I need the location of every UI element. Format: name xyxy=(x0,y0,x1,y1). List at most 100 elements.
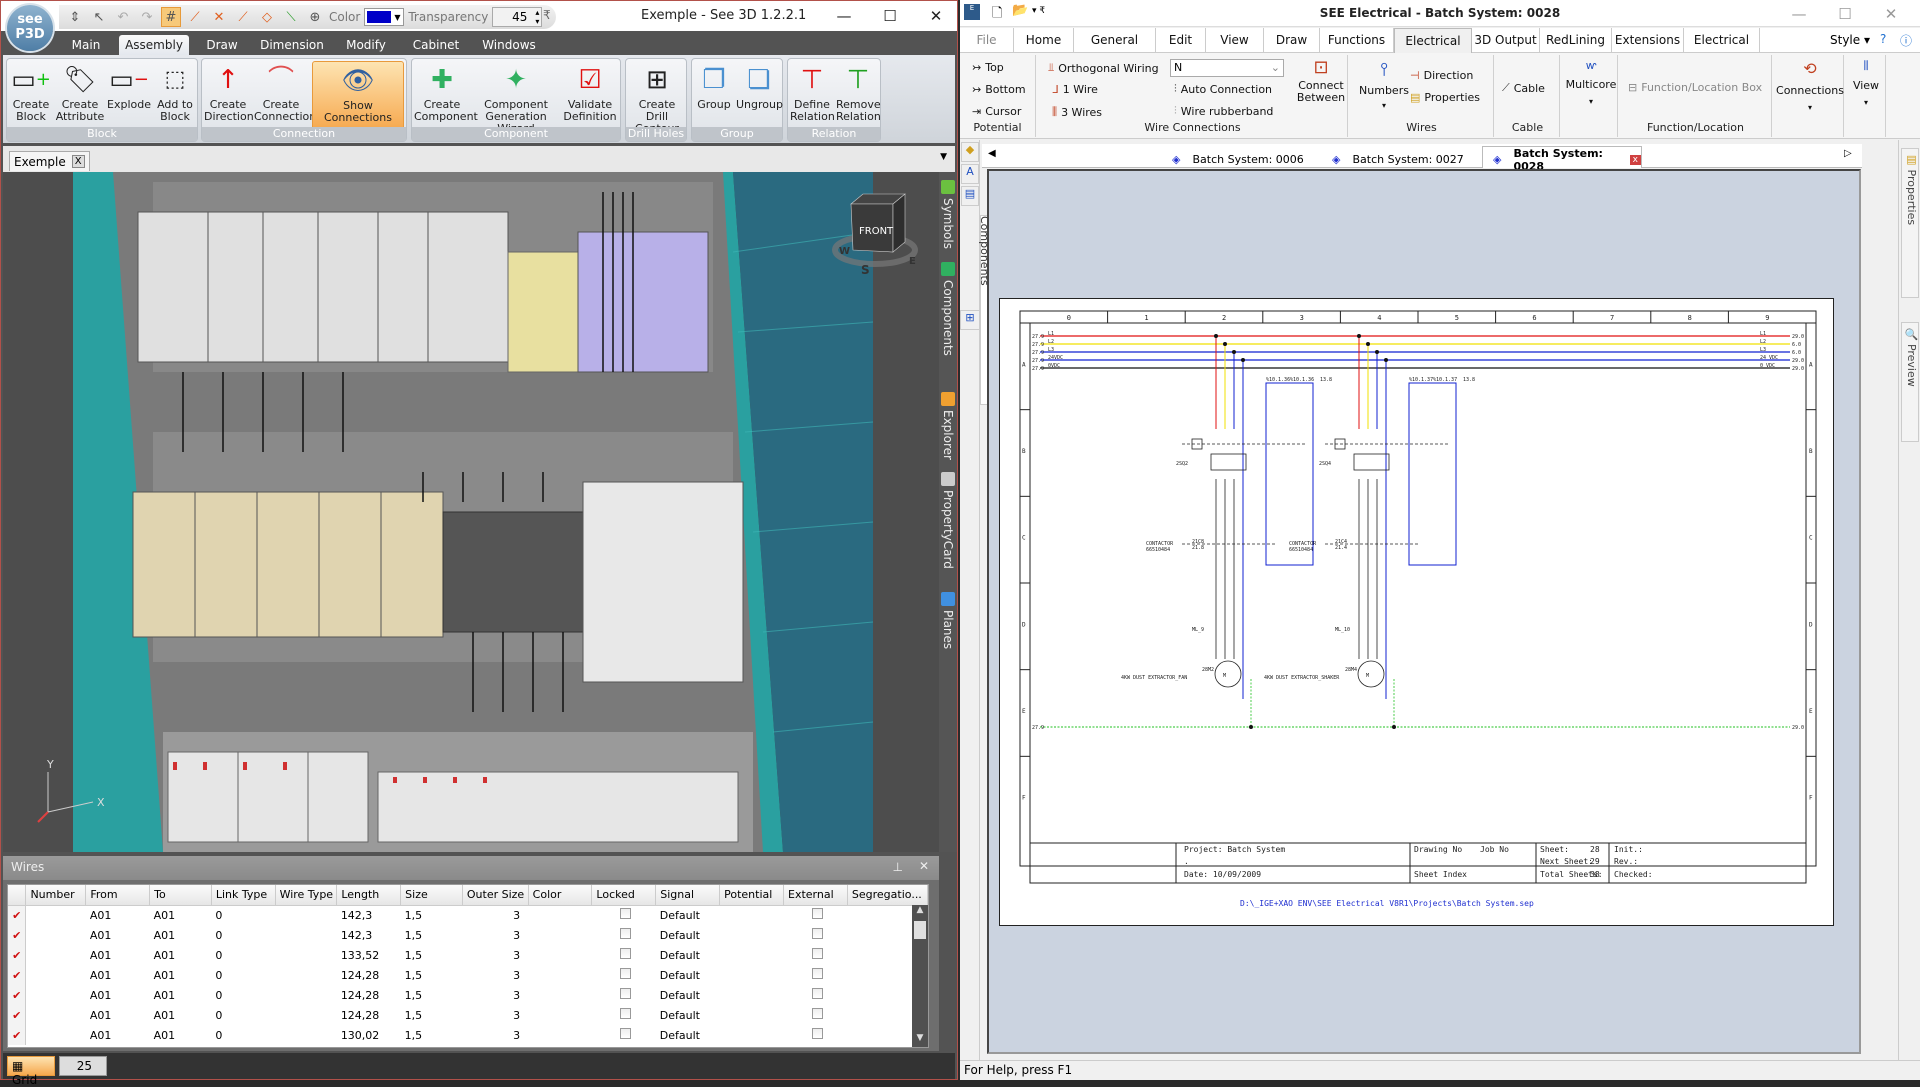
column-header[interactable]: To xyxy=(149,885,212,906)
pan-icon[interactable]: ⇕ xyxy=(65,7,85,27)
three-wires-button[interactable]: ⫼ 3 Wires xyxy=(1052,105,1102,119)
locked-checkbox[interactable] xyxy=(620,948,632,959)
connect-between-button[interactable]: ⊡ Connect Between xyxy=(1296,57,1346,104)
snap-center-icon[interactable]: ◇ xyxy=(257,7,277,27)
side-tab-planes[interactable]: Planes xyxy=(939,592,957,649)
table-row[interactable]: ✔ A01 A01 0 142,3 1,5 3 Default xyxy=(8,925,928,945)
table-row[interactable]: ✔ A01 A01 0 142,3 1,5 3 Default xyxy=(8,905,928,925)
select-icon[interactable]: ↖ xyxy=(89,7,109,27)
compass-e[interactable]: E xyxy=(909,256,916,267)
column-header[interactable]: Segregatio... xyxy=(847,885,928,906)
explode-button[interactable]: ▭ − Explode xyxy=(107,61,151,127)
scroll-up-icon[interactable]: ▲ xyxy=(912,905,928,919)
component-wizard-button[interactable]: ✦Component Generation Wizard xyxy=(472,61,560,135)
check-icon[interactable]: ✔ xyxy=(8,945,27,965)
tab-modify[interactable]: Modify xyxy=(341,35,391,55)
column-header[interactable]: From xyxy=(85,885,151,906)
wires-scrollbar[interactable]: ▲ ▼ xyxy=(912,905,928,1047)
table-row[interactable]: ✔ A01 A01 0 124,28 1,5 3 Default xyxy=(8,1005,928,1025)
style-menu[interactable]: Style ▾ xyxy=(1830,33,1870,47)
tab-redlining[interactable]: RedLining xyxy=(1540,28,1612,53)
snap-endpoint-icon[interactable]: ⟋ xyxy=(185,7,205,27)
3d-viewport[interactable]: FRONT W S E Y X xyxy=(3,172,939,852)
side-tab-propertycard[interactable]: PropertyCard xyxy=(939,472,957,569)
one-wire-button[interactable]: ᒧ1 Wire xyxy=(1052,83,1098,96)
color-picker[interactable]: ▼ xyxy=(364,8,405,26)
locked-checkbox[interactable] xyxy=(620,908,632,920)
help-icon[interactable]: ? xyxy=(1880,32,1886,46)
check-icon[interactable]: ✔ xyxy=(8,905,27,925)
tabs-scroll-right-icon[interactable]: ▷ xyxy=(1844,148,1852,159)
column-header[interactable]: Size xyxy=(400,885,463,906)
tab-electrical-ext[interactable]: Electrical Ext́ xyxy=(1684,28,1760,71)
maximize-button[interactable]: ☐ xyxy=(1822,0,1868,27)
customize-qat-icon[interactable]: ₹ xyxy=(543,8,551,22)
snap-midpoint-icon[interactable]: ⟋ xyxy=(233,7,253,27)
tab-general[interactable]: General xyxy=(1074,28,1156,53)
tab-assembly[interactable]: Assembly xyxy=(119,35,189,55)
tab-functions[interactable]: Functions xyxy=(1320,28,1394,53)
locked-checkbox[interactable] xyxy=(620,1008,632,1019)
external-checkbox[interactable] xyxy=(811,1008,823,1019)
column-header[interactable]: Potential xyxy=(719,885,785,906)
properties-button[interactable]: ▤ Properties xyxy=(1410,91,1480,104)
tab-3d-output[interactable]: 3D Output xyxy=(1472,28,1540,53)
tab-list-chevron-icon[interactable]: ▼ xyxy=(940,152,947,162)
locked-checkbox[interactable] xyxy=(620,928,632,939)
grid-size-spinner[interactable]: 25 xyxy=(59,1056,107,1076)
column-header[interactable]: Color xyxy=(528,885,593,906)
potential-top-button[interactable]: ↣ Top xyxy=(972,61,1004,74)
tab-view[interactable]: View xyxy=(1206,28,1264,53)
column-header[interactable]: Length xyxy=(336,885,402,906)
locked-checkbox[interactable] xyxy=(620,968,632,979)
cable-button[interactable]: ⟋ Cable xyxy=(1502,81,1545,95)
function-location-box-button[interactable]: ⊟ Function/Location Box xyxy=(1628,81,1762,94)
external-checkbox[interactable] xyxy=(811,1028,823,1039)
tab-dimension[interactable]: Dimension xyxy=(259,35,325,55)
tab-draw[interactable]: Draw xyxy=(1264,28,1320,53)
tab-windows[interactable]: Windows xyxy=(481,35,537,55)
tab-electrical[interactable]: Electrical xyxy=(1394,28,1472,53)
locked-checkbox[interactable] xyxy=(620,1028,632,1039)
create-component-button[interactable]: ✚ Create Component xyxy=(414,61,478,127)
external-checkbox[interactable] xyxy=(811,968,823,979)
components-db-icon[interactable]: ▤ xyxy=(961,186,979,206)
ungroup-button[interactable]: ❏ Ungroup xyxy=(736,61,783,127)
close-button[interactable]: ✕ xyxy=(1868,0,1914,27)
locked-checkbox[interactable] xyxy=(620,988,632,999)
tab-draw[interactable]: Draw xyxy=(201,35,243,55)
check-icon[interactable]: ✔ xyxy=(8,925,27,945)
column-header[interactable]: Wire Type xyxy=(275,885,338,906)
scroll-down-icon[interactable]: ▼ xyxy=(912,1033,928,1047)
external-checkbox[interactable] xyxy=(811,988,823,999)
app-logo[interactable]: see P3D xyxy=(7,5,53,51)
direction-button[interactable]: ⊣ Direction xyxy=(1410,69,1473,82)
tab-cabinet[interactable]: Cabinet xyxy=(411,35,461,55)
doc-tab-0027[interactable]: ◈ Batch System: 0027 xyxy=(1322,146,1482,168)
close-icon[interactable]: ✕ xyxy=(919,859,929,873)
column-header[interactable]: Outer Size xyxy=(462,885,529,906)
potential-bottom-button[interactable]: ↣ Bottom xyxy=(972,83,1026,96)
orthogonal-wiring-button[interactable]: ⫫ Orthogonal Wiring xyxy=(1048,61,1159,75)
tab-extensions[interactable]: Extensions xyxy=(1612,28,1684,53)
multicore-button[interactable]: ⱳ Multicore ▾ xyxy=(1566,59,1617,106)
group-button[interactable]: ❐ Group xyxy=(694,61,734,127)
connections-button[interactable]: ⟲ Connections ▾ xyxy=(1776,59,1844,112)
compass-w[interactable]: W xyxy=(839,246,850,257)
pin-icon[interactable]: ⊥ xyxy=(893,860,903,874)
side-tab-properties[interactable]: ▤ Properties xyxy=(1901,148,1919,298)
side-tab-symbols[interactable]: Symbols xyxy=(939,180,957,249)
auto-connection-button[interactable]: ⫶ Auto Connection xyxy=(1174,82,1272,96)
doc-tab-0028[interactable]: ◈ Batch System: 0028 x xyxy=(1482,146,1642,173)
validate-definition-button[interactable]: ☑ Validate Definition xyxy=(562,61,618,127)
doc-tab-exemple[interactable]: Exemple X xyxy=(9,151,90,171)
wire-rubberband-button[interactable]: ⫶ Wire rubberband xyxy=(1174,104,1273,118)
grid-snap-icon[interactable]: # xyxy=(161,7,181,27)
create-drill-contour-button[interactable]: ⊞Create Drill Contour xyxy=(628,61,686,135)
side-tab-components[interactable]: Components xyxy=(939,262,957,356)
close-tab-icon[interactable]: X xyxy=(71,155,85,168)
viewcube-front-label[interactable]: FRONT xyxy=(859,226,894,237)
orthogonal-wiring-select[interactable]: N ⌄ xyxy=(1170,59,1284,77)
table-row[interactable]: ✔ A01 A01 0 124,28 1,5 3 Default xyxy=(8,985,928,1005)
check-icon[interactable]: ✔ xyxy=(8,985,27,1005)
